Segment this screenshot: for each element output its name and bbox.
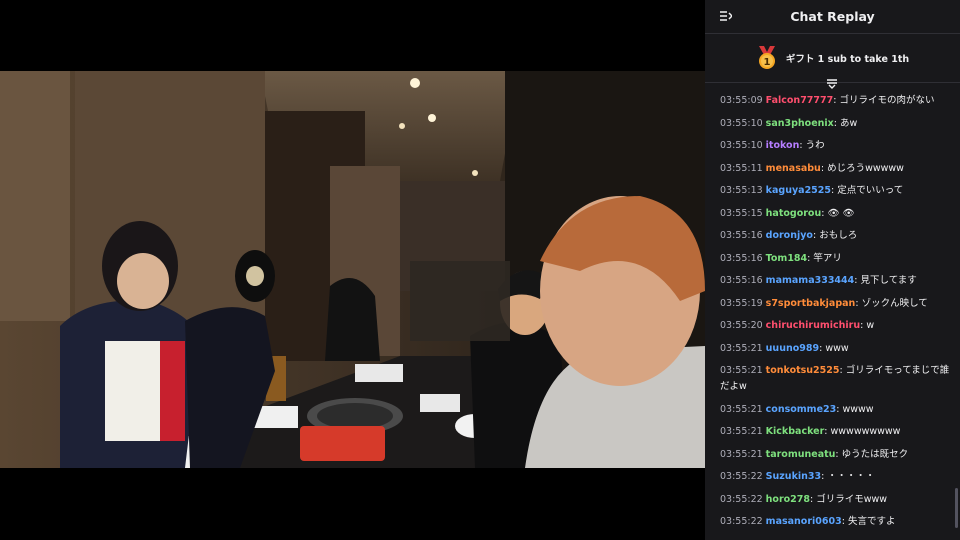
message-body: wwwwwwwww bbox=[830, 426, 901, 437]
message-body: おもしろ bbox=[819, 230, 858, 241]
message-timestamp: 03:55:15 bbox=[720, 207, 763, 219]
message-body: あw bbox=[840, 117, 858, 129]
message-timestamp: 03:55:19 bbox=[720, 297, 763, 309]
message-timestamp: 03:55:11 bbox=[720, 162, 763, 174]
chat-message: 03:55:09 Falcon77777: ゴリライモの肉がない bbox=[720, 93, 952, 109]
message-timestamp: 03:55:22 bbox=[720, 471, 763, 482]
chat-message: 03:55:21 Kickbacker: wwwwwwwww bbox=[720, 424, 952, 440]
message-body: 失言ですよ bbox=[847, 516, 896, 527]
message-username[interactable]: s7sportbakjapan bbox=[766, 298, 856, 309]
message-username[interactable]: hatogorou bbox=[766, 208, 822, 219]
chat-header: Chat Replay bbox=[705, 0, 960, 34]
message-timestamp: 03:55:21 bbox=[720, 403, 763, 415]
message-body: w bbox=[866, 320, 875, 331]
chat-scrollbar[interactable] bbox=[955, 488, 958, 528]
message-timestamp: 03:55:21 bbox=[720, 342, 763, 354]
message-timestamp: 03:55:21 bbox=[720, 426, 763, 437]
message-timestamp: 03:55:16 bbox=[720, 252, 763, 264]
message-timestamp: 03:55:16 bbox=[720, 275, 763, 286]
message-username[interactable]: Kickbacker bbox=[766, 426, 825, 437]
message-username[interactable]: chiruchirumichiru bbox=[766, 320, 860, 331]
chat-message: 03:55:21 consomme23: wwww bbox=[720, 402, 952, 418]
pinned-gift-banner[interactable]: 1 ギフト 1 sub to take 1th bbox=[705, 34, 960, 89]
message-username[interactable]: kaguya2525 bbox=[766, 185, 831, 196]
message-timestamp: 03:55:13 bbox=[720, 185, 763, 196]
message-username[interactable]: taromuneatu bbox=[766, 449, 836, 460]
chat-message: 03:55:16 Tom184: 竿アリ bbox=[720, 251, 952, 267]
pinned-message-text: ギフト 1 sub to take 1th bbox=[785, 54, 910, 65]
message-body: めじろうwwwww bbox=[827, 162, 904, 174]
message-body: うわ bbox=[805, 140, 825, 151]
chat-message: 03:55:21 tonkotsu2525: ゴリライモってまじで誰だよw bbox=[720, 363, 952, 395]
message-username[interactable]: itokon bbox=[766, 140, 800, 151]
message-timestamp: 03:55:16 bbox=[720, 230, 763, 241]
chat-message: 03:55:21 taromuneatu: ゆうたは既セク bbox=[720, 447, 952, 463]
message-body: ・・・・・ bbox=[827, 471, 875, 482]
message-timestamp: 03:55:10 bbox=[720, 140, 763, 151]
chat-message: 03:55:20 chiruchirumichiru: w bbox=[720, 318, 952, 334]
chat-replay-panel: Chat Replay 1 ギフト 1 sub to take 1th 03:5… bbox=[705, 0, 960, 540]
message-timestamp: 03:55:22 bbox=[720, 516, 763, 527]
message-username[interactable]: consomme23 bbox=[766, 404, 837, 415]
message-username[interactable]: Falcon77777 bbox=[766, 95, 834, 106]
video-frame[interactable] bbox=[0, 71, 705, 468]
message-username[interactable]: masanori0603 bbox=[766, 516, 842, 527]
collapse-chat-icon[interactable] bbox=[720, 9, 736, 25]
message-timestamp: 03:55:09 bbox=[720, 95, 763, 106]
message-body: 見下してます bbox=[860, 275, 917, 286]
video-player[interactable] bbox=[0, 0, 705, 540]
svg-text:1: 1 bbox=[763, 57, 770, 68]
chat-message: 03:55:22 Suzukin33: ・・・・・ bbox=[720, 469, 952, 485]
chat-message: 03:55:10 san3phoenix: あw bbox=[720, 116, 952, 132]
chat-message: 03:55:16 mamama333444: 見下してます bbox=[720, 273, 952, 289]
message-body: wwww bbox=[842, 403, 874, 415]
message-username[interactable]: tonkotsu2525 bbox=[766, 365, 840, 376]
chat-message: 03:55:16 doronjyo: おもしろ bbox=[720, 228, 952, 244]
message-username[interactable]: menasabu bbox=[766, 163, 821, 174]
message-body: www bbox=[825, 342, 849, 354]
message-username[interactable]: Suzukin33 bbox=[766, 471, 821, 482]
message-body: ゾックん映して bbox=[861, 297, 928, 309]
chat-message: 03:55:13 kaguya2525: 定点でいいって bbox=[720, 183, 952, 199]
message-body: ゴリライモの肉がない bbox=[839, 95, 935, 106]
chat-message: 03:55:19 s7sportbakjapan: ゾックん映して bbox=[720, 296, 952, 312]
chat-message: 03:55:22 horo278: ゴリライモwww bbox=[720, 492, 952, 508]
chat-message: 03:55:11 menasabu: めじろうwwwww bbox=[720, 161, 952, 177]
message-body: 👁 👁 bbox=[827, 207, 855, 219]
message-username[interactable]: Tom184 bbox=[766, 253, 807, 264]
chat-message: 03:55:22 masanori0603: 失言ですよ bbox=[720, 514, 952, 530]
chat-message-list[interactable]: 03:55:09 Falcon77777: ゴリライモの肉がない 03:55:10 s… bbox=[720, 93, 952, 537]
message-timestamp: 03:55:20 bbox=[720, 320, 763, 331]
message-timestamp: 03:55:21 bbox=[720, 365, 763, 376]
message-username[interactable]: mamama333444 bbox=[766, 275, 855, 286]
message-username[interactable]: san3phoenix bbox=[766, 118, 834, 129]
video-scene-image bbox=[0, 71, 705, 468]
scroll-to-bottom-icon[interactable] bbox=[825, 79, 839, 93]
message-body: 竿アリ bbox=[813, 252, 842, 264]
gift-rank-badge-icon: 1 bbox=[756, 46, 778, 70]
chat-message: 03:55:10 itokon: うわ bbox=[720, 138, 952, 154]
message-timestamp: 03:55:22 bbox=[720, 493, 763, 505]
message-username[interactable]: doronjyo bbox=[766, 230, 813, 241]
message-timestamp: 03:55:21 bbox=[720, 448, 763, 460]
chat-message: 03:55:21 uuuno989: www bbox=[720, 341, 952, 357]
message-username[interactable]: horo278 bbox=[766, 494, 810, 505]
message-body: 定点でいいって bbox=[837, 185, 904, 196]
chat-title: Chat Replay bbox=[790, 9, 875, 24]
message-username[interactable]: uuuno989 bbox=[766, 343, 819, 354]
message-body: ゆうたは既セク bbox=[841, 448, 909, 460]
message-timestamp: 03:55:10 bbox=[720, 117, 763, 129]
message-body: ゴリライモwww bbox=[816, 493, 888, 505]
chat-message: 03:55:15 hatogorou: 👁 👁 bbox=[720, 206, 952, 222]
